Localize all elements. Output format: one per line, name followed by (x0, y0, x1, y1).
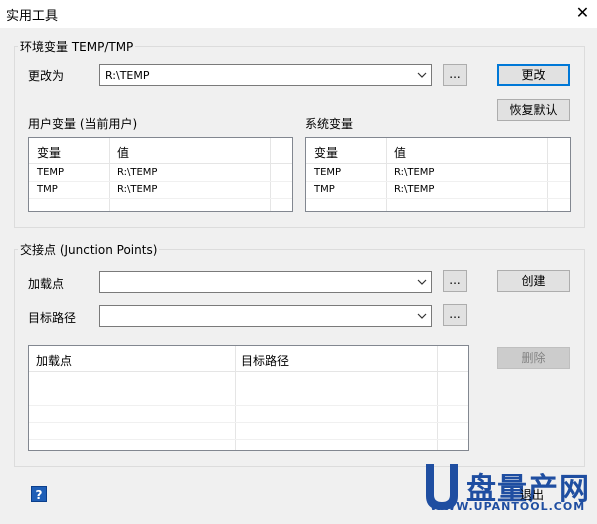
variable-cell: TEMP (314, 167, 342, 178)
title-bar (0, 0, 597, 28)
help-icon[interactable]: ? (31, 486, 47, 502)
restore-default-button[interactable]: 恢复默认 (497, 99, 570, 121)
create-button[interactable]: 创建 (497, 270, 570, 292)
column-header-value[interactable]: 值 (394, 144, 406, 161)
junction-points-list[interactable]: 加载点 目标路径 (28, 345, 469, 451)
user-vars-title: 用户变量 (当前用户) (28, 117, 138, 131)
env-vars-group-title: 环境变量 TEMP/TMP (18, 38, 136, 55)
value-cell: R:\TEMP (117, 167, 158, 178)
value-cell: R:\TEMP (394, 167, 435, 178)
table-row (29, 389, 468, 406)
browse-temp-button[interactable]: ... (443, 64, 467, 86)
mount-point-label: 加载点 (28, 277, 65, 291)
list-header: 变量 值 (29, 138, 292, 164)
chevron-down-icon (417, 72, 427, 78)
value-cell: R:\TEMP (117, 184, 158, 195)
watermark-logo: 盘量产网 WWW.UPANTOOL.COM (422, 460, 597, 524)
system-vars-list[interactable]: 变量 值 TEMP R:\TEMP TMP R:\TEMP (305, 137, 571, 212)
chevron-down-icon (417, 313, 427, 319)
list-header: 加载点 目标路径 (29, 346, 468, 372)
column-header-mount-point[interactable]: 加载点 (36, 352, 72, 369)
list-header: 变量 值 (306, 138, 570, 164)
table-row (29, 406, 468, 423)
system-vars-title: 系统变量 (305, 117, 354, 131)
change-button[interactable]: 更改 (497, 64, 570, 86)
browse-mount-point-button[interactable]: ... (443, 270, 467, 292)
junction-points-group-title: 交接点 (Junction Points) (18, 241, 160, 258)
close-button[interactable]: ✕ (568, 0, 597, 28)
table-row (29, 423, 468, 440)
value-cell: R:\TEMP (394, 184, 435, 195)
table-row[interactable]: TEMP R:\TEMP (29, 165, 292, 182)
window-title: 实用工具 (6, 9, 59, 24)
watermark-url-text: WWW.UPANTOOL.COM (430, 500, 586, 513)
change-to-label: 更改为 (28, 69, 65, 83)
column-header-variable[interactable]: 变量 (37, 144, 61, 161)
browse-target-path-button[interactable]: ... (443, 304, 467, 326)
variable-cell: TMP (37, 184, 58, 195)
mount-point-combo[interactable] (99, 271, 432, 293)
delete-button[interactable]: 删除 (497, 347, 570, 369)
table-row[interactable]: TMP R:\TEMP (29, 182, 292, 199)
exit-button[interactable]: 退出 (520, 486, 544, 503)
change-to-combo[interactable]: R:\TEMP (99, 64, 432, 86)
variable-cell: TMP (314, 184, 335, 195)
chevron-down-icon (417, 279, 427, 285)
target-path-label: 目标路径 (28, 311, 77, 325)
table-row[interactable]: TMP R:\TEMP (306, 182, 570, 199)
change-to-value: R:\TEMP (105, 69, 150, 82)
table-row[interactable]: TEMP R:\TEMP (306, 165, 570, 182)
user-vars-list[interactable]: 变量 值 TEMP R:\TEMP TMP R:\TEMP (28, 137, 293, 212)
column-header-target-path[interactable]: 目标路径 (241, 352, 289, 369)
column-header-value[interactable]: 值 (117, 144, 129, 161)
column-header-variable[interactable]: 变量 (314, 144, 338, 161)
target-path-combo[interactable] (99, 305, 432, 327)
variable-cell: TEMP (37, 167, 65, 178)
